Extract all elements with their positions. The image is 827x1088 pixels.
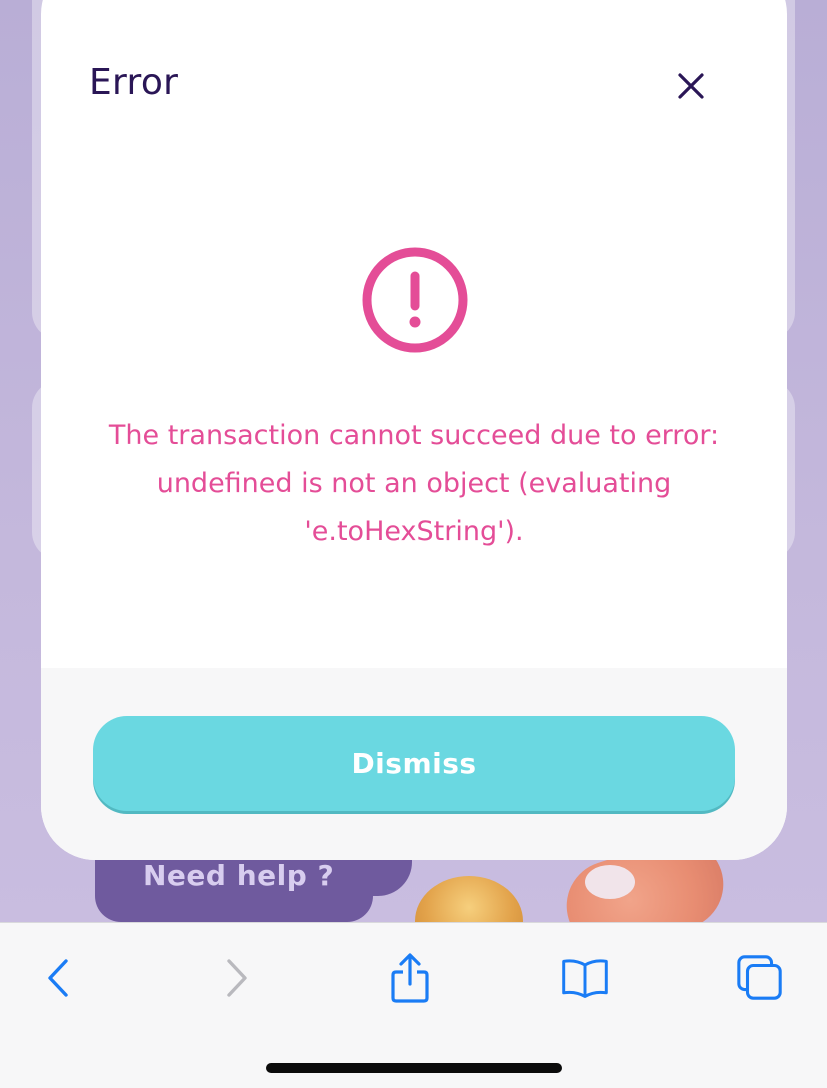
forward-button[interactable]: [211, 953, 261, 1003]
error-modal: Error The transaction cannot succeed due…: [41, 0, 787, 860]
close-icon: [678, 73, 704, 99]
close-button[interactable]: [671, 66, 711, 106]
back-icon: [48, 959, 68, 997]
modal-title: Error: [89, 62, 179, 103]
share-icon: [391, 953, 429, 1003]
coin-illustration: [415, 876, 523, 922]
share-button[interactable]: [385, 953, 435, 1003]
bookmarks-button[interactable]: [560, 953, 610, 1003]
exclamation-circle-icon: [362, 247, 468, 353]
forward-icon: [227, 959, 247, 997]
dismiss-button[interactable]: Dismiss: [93, 716, 735, 811]
tabs-icon: [737, 955, 782, 1000]
bookmarks-icon: [562, 959, 608, 998]
dismiss-label: Dismiss: [351, 747, 477, 780]
error-message: The transaction cannot succeed due to er…: [108, 420, 720, 547]
need-help-label: Need help ?: [143, 858, 335, 892]
hand-illustration-detail: [585, 865, 635, 899]
back-button[interactable]: [34, 953, 84, 1003]
home-indicator: [266, 1063, 562, 1073]
tabs-button[interactable]: [735, 953, 785, 1003]
modal-footer: Dismiss: [41, 668, 787, 860]
browser-toolbar: [0, 922, 827, 1088]
